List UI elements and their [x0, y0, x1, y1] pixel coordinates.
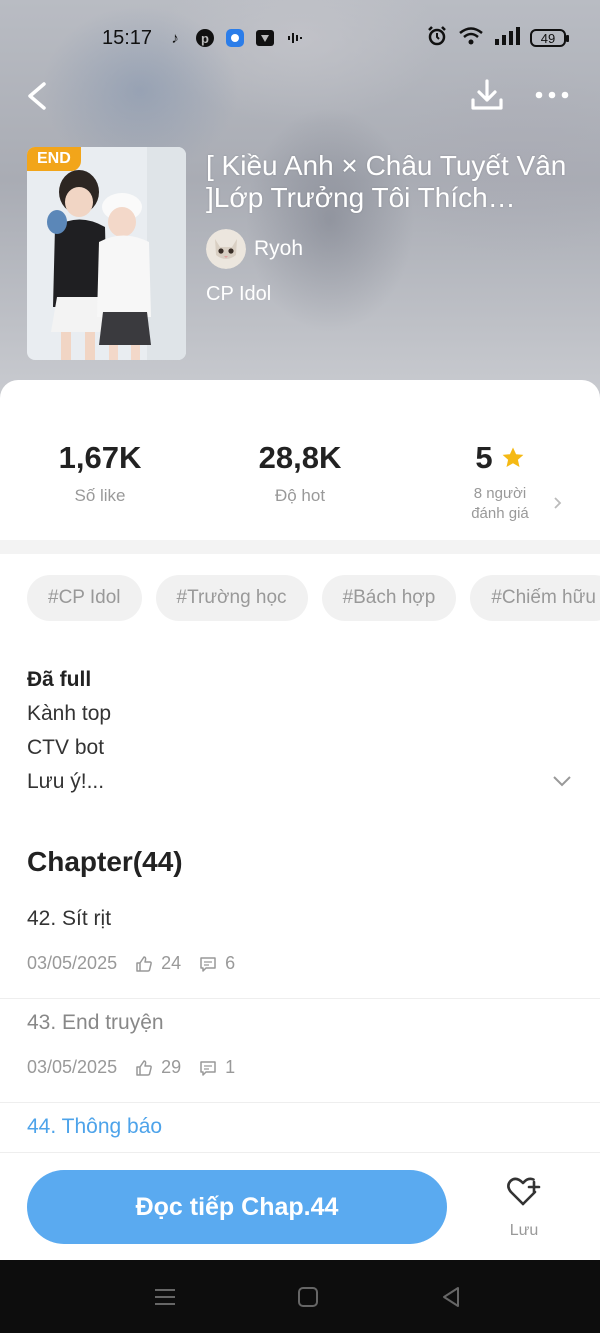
- desc-line: CTV bot: [27, 736, 105, 759]
- chapter-list-heading: Chapter(44): [27, 846, 183, 877]
- stats-row: 1,67K Số like 28,8K Độ hot 5 8 người đán…: [0, 440, 600, 540]
- chapter-title: 44. Thông báo: [27, 1115, 163, 1138]
- chapter-title: 43. End truyện: [27, 1011, 164, 1034]
- story-genre[interactable]: CP Idol: [206, 283, 271, 306]
- hot-label: Độ hot: [274, 486, 326, 505]
- rating-value: 5: [475, 440, 493, 475]
- chevron-right-icon[interactable]: [550, 496, 564, 510]
- author-row[interactable]: Ryoh: [206, 229, 303, 269]
- author-name[interactable]: Ryoh: [254, 237, 303, 261]
- desc-line: Lưu ý!...: [27, 770, 105, 793]
- chapter-row[interactable]: 43. End truyện 03/05/2025 29 1: [0, 999, 600, 1103]
- section-divider: [0, 540, 600, 554]
- tag-item[interactable]: #Chiếm hữu: [470, 575, 600, 621]
- comment-icon: [200, 1060, 216, 1076]
- story-detail-card: 1,67K Số like 28,8K Độ hot 5 8 người đán…: [0, 380, 600, 1260]
- chapter-row[interactable]: 42. Sít rịt 03/05/2025 24 6: [0, 895, 600, 999]
- chapter-likes: 29: [161, 1057, 182, 1077]
- chapter-meta: 03/05/2025 24 6: [27, 953, 235, 974]
- svg-text:p: p: [201, 31, 209, 46]
- heart-plus-icon: [507, 1177, 541, 1206]
- back-triangle-icon[interactable]: [438, 1284, 464, 1310]
- hot-stat: 28,8K Độ hot: [200, 440, 400, 506]
- desc-line: Đã full: [27, 668, 92, 691]
- comment-icon: [200, 956, 216, 972]
- signal-icon: [494, 26, 520, 50]
- likes-label: Số like: [74, 486, 126, 505]
- battery-indicator: 49: [530, 29, 569, 47]
- chapter-title: 42. Sít rịt: [27, 907, 112, 930]
- menu-icon[interactable]: [152, 1284, 178, 1310]
- top-navigation: [0, 72, 600, 120]
- rating-stat[interactable]: 5 8 người đánh giá: [400, 440, 600, 524]
- likes-stat: 1,67K Số like: [0, 440, 200, 506]
- back-button[interactable]: [22, 78, 52, 114]
- chapter-comments: 1: [225, 1057, 236, 1077]
- thumb-up-icon: [136, 955, 152, 972]
- battery-level: 49: [540, 30, 556, 46]
- status-bar: 15:17 ♪ p 49: [102, 22, 569, 54]
- more-options-button[interactable]: [532, 82, 572, 108]
- app-icon: [224, 27, 246, 49]
- rating-count-line1: 8 người: [473, 485, 527, 502]
- home-square-icon[interactable]: [295, 1284, 321, 1310]
- hot-value: 28,8K: [258, 440, 342, 475]
- download-button[interactable]: [468, 76, 506, 114]
- chapter-likes: 24: [161, 953, 182, 973]
- rating-count-line2: đánh giá: [471, 505, 529, 522]
- story-cover-image[interactable]: [27, 147, 186, 360]
- tag-item[interactable]: #Trường học: [155, 575, 308, 621]
- story-title: [ Kiều Anh × Châu Tuyết Vân ]Lớp Trưởng …: [206, 150, 567, 213]
- system-navigation-bar: [0, 1260, 600, 1333]
- download-icon: [471, 79, 503, 110]
- chapter-meta: 03/05/2025 29 1: [27, 1057, 235, 1078]
- more-dots-icon: [535, 91, 569, 99]
- save-label: Lưu: [509, 1222, 539, 1239]
- pinterest-icon: p: [194, 27, 216, 49]
- tiktok-icon: ♪: [171, 29, 179, 47]
- desc-line: Kành top: [27, 702, 112, 725]
- tag-item[interactable]: #Bách hợp: [321, 575, 457, 621]
- thumb-up-icon: [136, 1059, 152, 1076]
- header-backdrop: 15:17 ♪ p 49 END [Kiều Anh × Châu Tuyết…: [0, 0, 600, 400]
- tag-list: #CP Idol #Trường học #Bách hợp #Chiếm hữ…: [27, 575, 600, 623]
- likes-value: 1,67K: [58, 440, 142, 475]
- video-app-icon: [254, 27, 276, 49]
- story-description[interactable]: Đã full Kành top CTV bot Lưu ý!...: [27, 663, 547, 799]
- tag-item[interactable]: #CP Idol: [27, 575, 142, 621]
- expand-chevron-down-icon[interactable]: [551, 773, 573, 789]
- bottom-action-bar: Đọc tiếp Chap.44 Lưu: [0, 1152, 600, 1260]
- end-badge: END: [27, 147, 81, 171]
- alarm-icon: [426, 25, 448, 52]
- chapter-date: 03/05/2025: [27, 1057, 118, 1077]
- status-time: 15:17: [102, 26, 153, 49]
- chevron-left-icon: [28, 82, 46, 110]
- chapter-comments: 6: [225, 953, 236, 973]
- wifi-icon: [458, 26, 484, 51]
- audio-icon: [284, 27, 306, 49]
- save-button[interactable]: Lưu: [490, 1175, 558, 1245]
- author-avatar: [206, 229, 246, 269]
- star-icon: [502, 447, 524, 467]
- continue-reading-button[interactable]: Đọc tiếp Chap.44: [27, 1170, 447, 1244]
- chapter-date: 03/05/2025: [27, 953, 118, 973]
